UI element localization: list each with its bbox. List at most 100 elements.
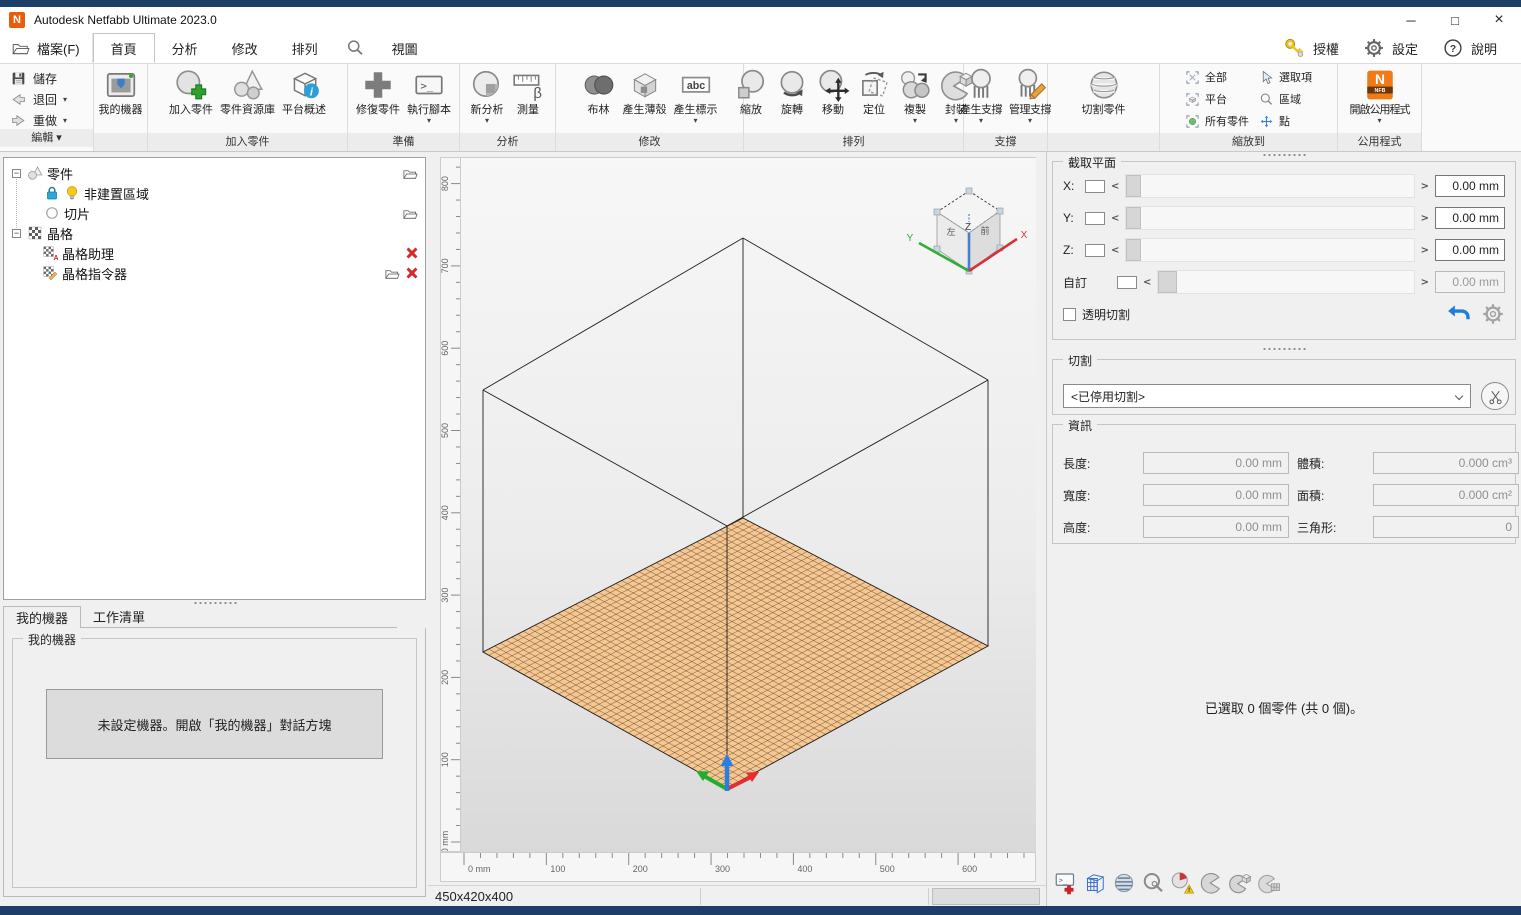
open-utility-button[interactable]: 開啟公用程式▾ xyxy=(1348,66,1412,127)
slider-left-arrow[interactable]: < xyxy=(1111,245,1119,256)
expander-icon[interactable]: − xyxy=(12,229,21,238)
slice-view-button[interactable] xyxy=(1111,870,1137,896)
panel-splitter[interactable] xyxy=(1047,346,1521,352)
file-menu-button[interactable]: 檔案(F) xyxy=(0,33,93,63)
rotate-button[interactable]: 旋轉 xyxy=(773,66,811,119)
license-button[interactable]: 授權 xyxy=(1274,37,1349,59)
create-shell-button[interactable]: 產生薄殼 xyxy=(621,66,669,119)
clip-z-checkbox[interactable] xyxy=(1085,244,1105,257)
tree-item-no-build-zone[interactable]: 非建置區域 xyxy=(4,183,425,203)
cut-piece-cube-button[interactable] xyxy=(1227,870,1253,896)
tab-job-list[interactable]: 工作清單 xyxy=(81,606,157,628)
lattice-view-button[interactable] xyxy=(1082,870,1108,896)
no-machine-button[interactable]: 未設定機器。開啟「我的機器」對話方塊 xyxy=(46,689,383,759)
tab-arrange[interactable]: 排列 xyxy=(275,33,335,63)
scene-3d[interactable]: Z 左 前 Y X xyxy=(461,157,1036,852)
undo-button[interactable]: 退回▾ xyxy=(10,91,93,108)
manage-support-button[interactable]: 管理支撐▾ xyxy=(1007,66,1053,127)
open-folder-icon[interactable] xyxy=(383,266,401,281)
zoom-selection-button[interactable]: 選取項 xyxy=(1259,69,1312,85)
repair-part-button[interactable]: 修復零件 xyxy=(354,66,402,119)
clip-x-checkbox[interactable] xyxy=(1085,180,1105,193)
clip-x-value[interactable]: 0.00 mm xyxy=(1435,175,1505,197)
tab-modify[interactable]: 修改 xyxy=(215,33,275,63)
tab-my-machine[interactable]: 我的機器 xyxy=(3,606,81,628)
zoom-all-button[interactable]: 全部 xyxy=(1185,69,1249,85)
zoom-tool-button[interactable] xyxy=(1140,870,1166,896)
maximize-button[interactable]: □ xyxy=(1433,8,1477,32)
settings-button[interactable]: 設定 xyxy=(1353,37,1428,59)
delete-icon[interactable] xyxy=(405,246,419,260)
title-bar[interactable]: N Autodesk Netfabb Ultimate 2023.0 ─ □ × xyxy=(0,7,1521,33)
clip-x-slider[interactable] xyxy=(1125,174,1414,198)
clip-y-slider[interactable] xyxy=(1125,206,1414,230)
tree-item-lattice-commander[interactable]: 晶格指令器 xyxy=(4,263,425,283)
create-support-button[interactable]: 產生支撐▾ xyxy=(958,66,1004,127)
clip-y-checkbox[interactable] xyxy=(1085,212,1105,225)
open-folder-icon[interactable] xyxy=(401,206,419,221)
clip-z-slider[interactable] xyxy=(1125,238,1414,262)
close-button[interactable]: × xyxy=(1477,8,1521,32)
zoom-platform-button[interactable]: 平台 xyxy=(1185,91,1249,107)
create-label-button[interactable]: 產生標示▾ xyxy=(672,66,720,127)
clip-z-value[interactable]: 0.00 mm xyxy=(1435,239,1505,261)
position-button[interactable]: 定位 xyxy=(855,66,893,119)
slider-right-arrow[interactable]: > xyxy=(1421,277,1429,288)
open-folder-icon[interactable] xyxy=(401,166,419,181)
slider-left-arrow[interactable]: < xyxy=(1111,181,1119,192)
clip-custom-checkbox[interactable] xyxy=(1117,276,1137,289)
cut-piece-grid-button[interactable] xyxy=(1256,870,1282,896)
delete-icon[interactable] xyxy=(405,266,419,280)
cut-piece-button[interactable] xyxy=(1198,870,1224,896)
new-analysis-button[interactable]: 新分析▾ xyxy=(468,66,506,127)
move-button[interactable]: 移動 xyxy=(814,66,852,119)
my-machine-button[interactable]: 我的機器 xyxy=(97,66,145,119)
add-part-button[interactable]: 加入零件 xyxy=(167,66,215,119)
measure-button[interactable]: 測量 xyxy=(509,66,547,119)
part-library-button[interactable]: 零件資源庫 xyxy=(218,66,277,119)
help-button[interactable]: 說明 xyxy=(1432,37,1507,59)
slider-right-arrow[interactable]: > xyxy=(1421,213,1429,224)
view-cube[interactable]: Z 左 前 Y X xyxy=(907,188,1028,274)
tab-analysis[interactable]: 分析 xyxy=(155,33,215,63)
new-script-button[interactable] xyxy=(1053,870,1079,896)
slider-right-arrow[interactable]: > xyxy=(1421,181,1429,192)
cut-dropdown[interactable]: <已停用切割> xyxy=(1063,384,1471,408)
tree-item-lattice[interactable]: − 晶格 xyxy=(4,223,425,243)
transparent-cut-checkbox[interactable] xyxy=(1063,308,1076,321)
slider-thumb[interactable] xyxy=(1158,271,1177,293)
gear-icon[interactable] xyxy=(1481,302,1505,326)
clip-custom-slider[interactable] xyxy=(1157,270,1414,294)
boolean-button[interactable]: 布林 xyxy=(580,66,618,119)
redo-button[interactable]: 重做▾ xyxy=(10,112,93,129)
reset-undo-icon[interactable] xyxy=(1447,302,1471,326)
slice-part-button[interactable]: 切割零件 xyxy=(1080,66,1128,119)
tab-view[interactable]: 視圖 xyxy=(375,33,435,63)
duplicate-button[interactable]: 複製▾ xyxy=(896,66,934,127)
tree-item-lattice-assistant[interactable]: 晶格助理 xyxy=(4,243,425,263)
scale-button[interactable]: 縮放 xyxy=(732,66,770,119)
tree-item-slices[interactable]: 切片 xyxy=(4,203,425,223)
minimize-button[interactable]: ─ xyxy=(1389,8,1433,32)
build-platform[interactable] xyxy=(483,518,988,788)
slider-left-arrow[interactable]: < xyxy=(1111,213,1119,224)
slider-thumb[interactable] xyxy=(1126,175,1141,197)
save-button[interactable]: 儲存 xyxy=(10,70,93,87)
group-label-edit[interactable]: 編輯 ▾ xyxy=(0,129,93,147)
cut-scissors-button[interactable] xyxy=(1481,382,1509,410)
slider-left-arrow[interactable]: < xyxy=(1143,277,1151,288)
platform-overview-button[interactable]: 平台概述 xyxy=(280,66,328,119)
zoom-point-button[interactable]: 點 xyxy=(1259,113,1312,129)
zoom-all-parts-button[interactable]: 所有零件 xyxy=(1185,113,1249,129)
tree-item-parts[interactable]: − 零件 xyxy=(4,163,425,183)
search-button[interactable] xyxy=(335,33,375,63)
zoom-region-button[interactable]: 區域 xyxy=(1259,91,1312,107)
viewport-3d[interactable]: 8007006005004003002001000 mm 0 mm1002003… xyxy=(428,157,1046,885)
analysis-warning-button[interactable] xyxy=(1169,870,1195,896)
clip-y-value[interactable]: 0.00 mm xyxy=(1435,207,1505,229)
run-scripts-button[interactable]: 執行腳本▾ xyxy=(405,66,453,127)
tab-home[interactable]: 首頁 xyxy=(93,33,155,63)
slider-thumb[interactable] xyxy=(1126,207,1141,229)
slider-thumb[interactable] xyxy=(1126,239,1141,261)
lock-icon[interactable] xyxy=(44,185,60,201)
